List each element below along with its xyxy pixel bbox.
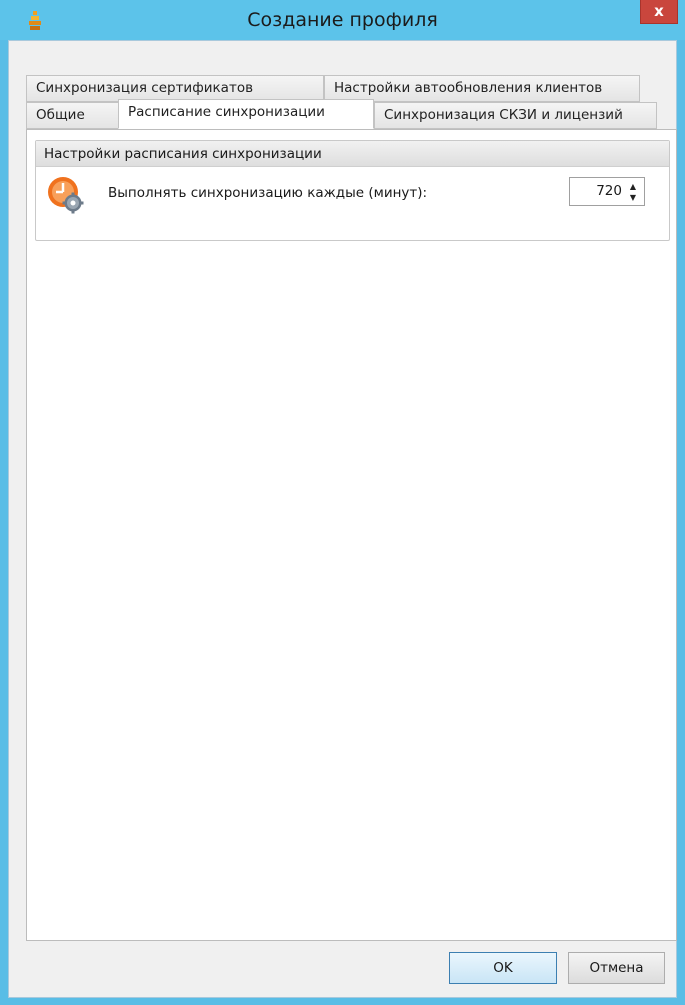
tab-label: Расписание синхронизации <box>128 104 325 120</box>
tab-general[interactable]: Общие <box>26 102 120 129</box>
dialog-client-area: Синхронизация сертификатов Настройки авт… <box>8 40 677 998</box>
tab-crypto-license-sync[interactable]: Синхронизация СКЗИ и лицензий <box>374 102 657 129</box>
spin-up-icon[interactable]: ▲ <box>626 181 640 192</box>
window-title: Создание профиля <box>247 9 438 31</box>
clock-gear-icon <box>48 177 84 214</box>
tab-label: Общие <box>36 107 85 123</box>
interval-value[interactable]: 720 <box>570 178 622 205</box>
dialog-window: Создание профиля x Синхронизация сертифи… <box>0 0 685 1005</box>
cancel-button[interactable]: Отмена <box>568 952 665 984</box>
tab-label: Настройки автообновления клиентов <box>334 80 603 96</box>
group-title: Настройки расписания синхронизации <box>36 141 669 167</box>
ok-button[interactable]: OK <box>449 952 557 984</box>
spin-down-icon[interactable]: ▼ <box>626 192 640 203</box>
tab-sync-schedule[interactable]: Расписание синхронизации <box>118 99 374 129</box>
tab-label: Синхронизация сертификатов <box>36 80 254 96</box>
tab-client-autoupdate[interactable]: Настройки автообновления клиентов <box>324 75 640 102</box>
title-bar[interactable]: Создание профиля x <box>0 0 685 40</box>
interval-stepper[interactable]: 720 ▲ ▼ <box>569 177 645 206</box>
tab-page-sync-schedule: Настройки расписания синхронизации Выпол… <box>26 129 677 941</box>
schedule-settings-group: Настройки расписания синхронизации Выпол… <box>35 140 670 241</box>
tab-certificate-sync[interactable]: Синхронизация сертификатов <box>26 75 324 102</box>
close-button[interactable]: x <box>640 0 678 24</box>
interval-label: Выполнять синхронизацию каждые (минут): <box>108 185 428 201</box>
tab-label: Синхронизация СКЗИ и лицензий <box>384 107 623 123</box>
